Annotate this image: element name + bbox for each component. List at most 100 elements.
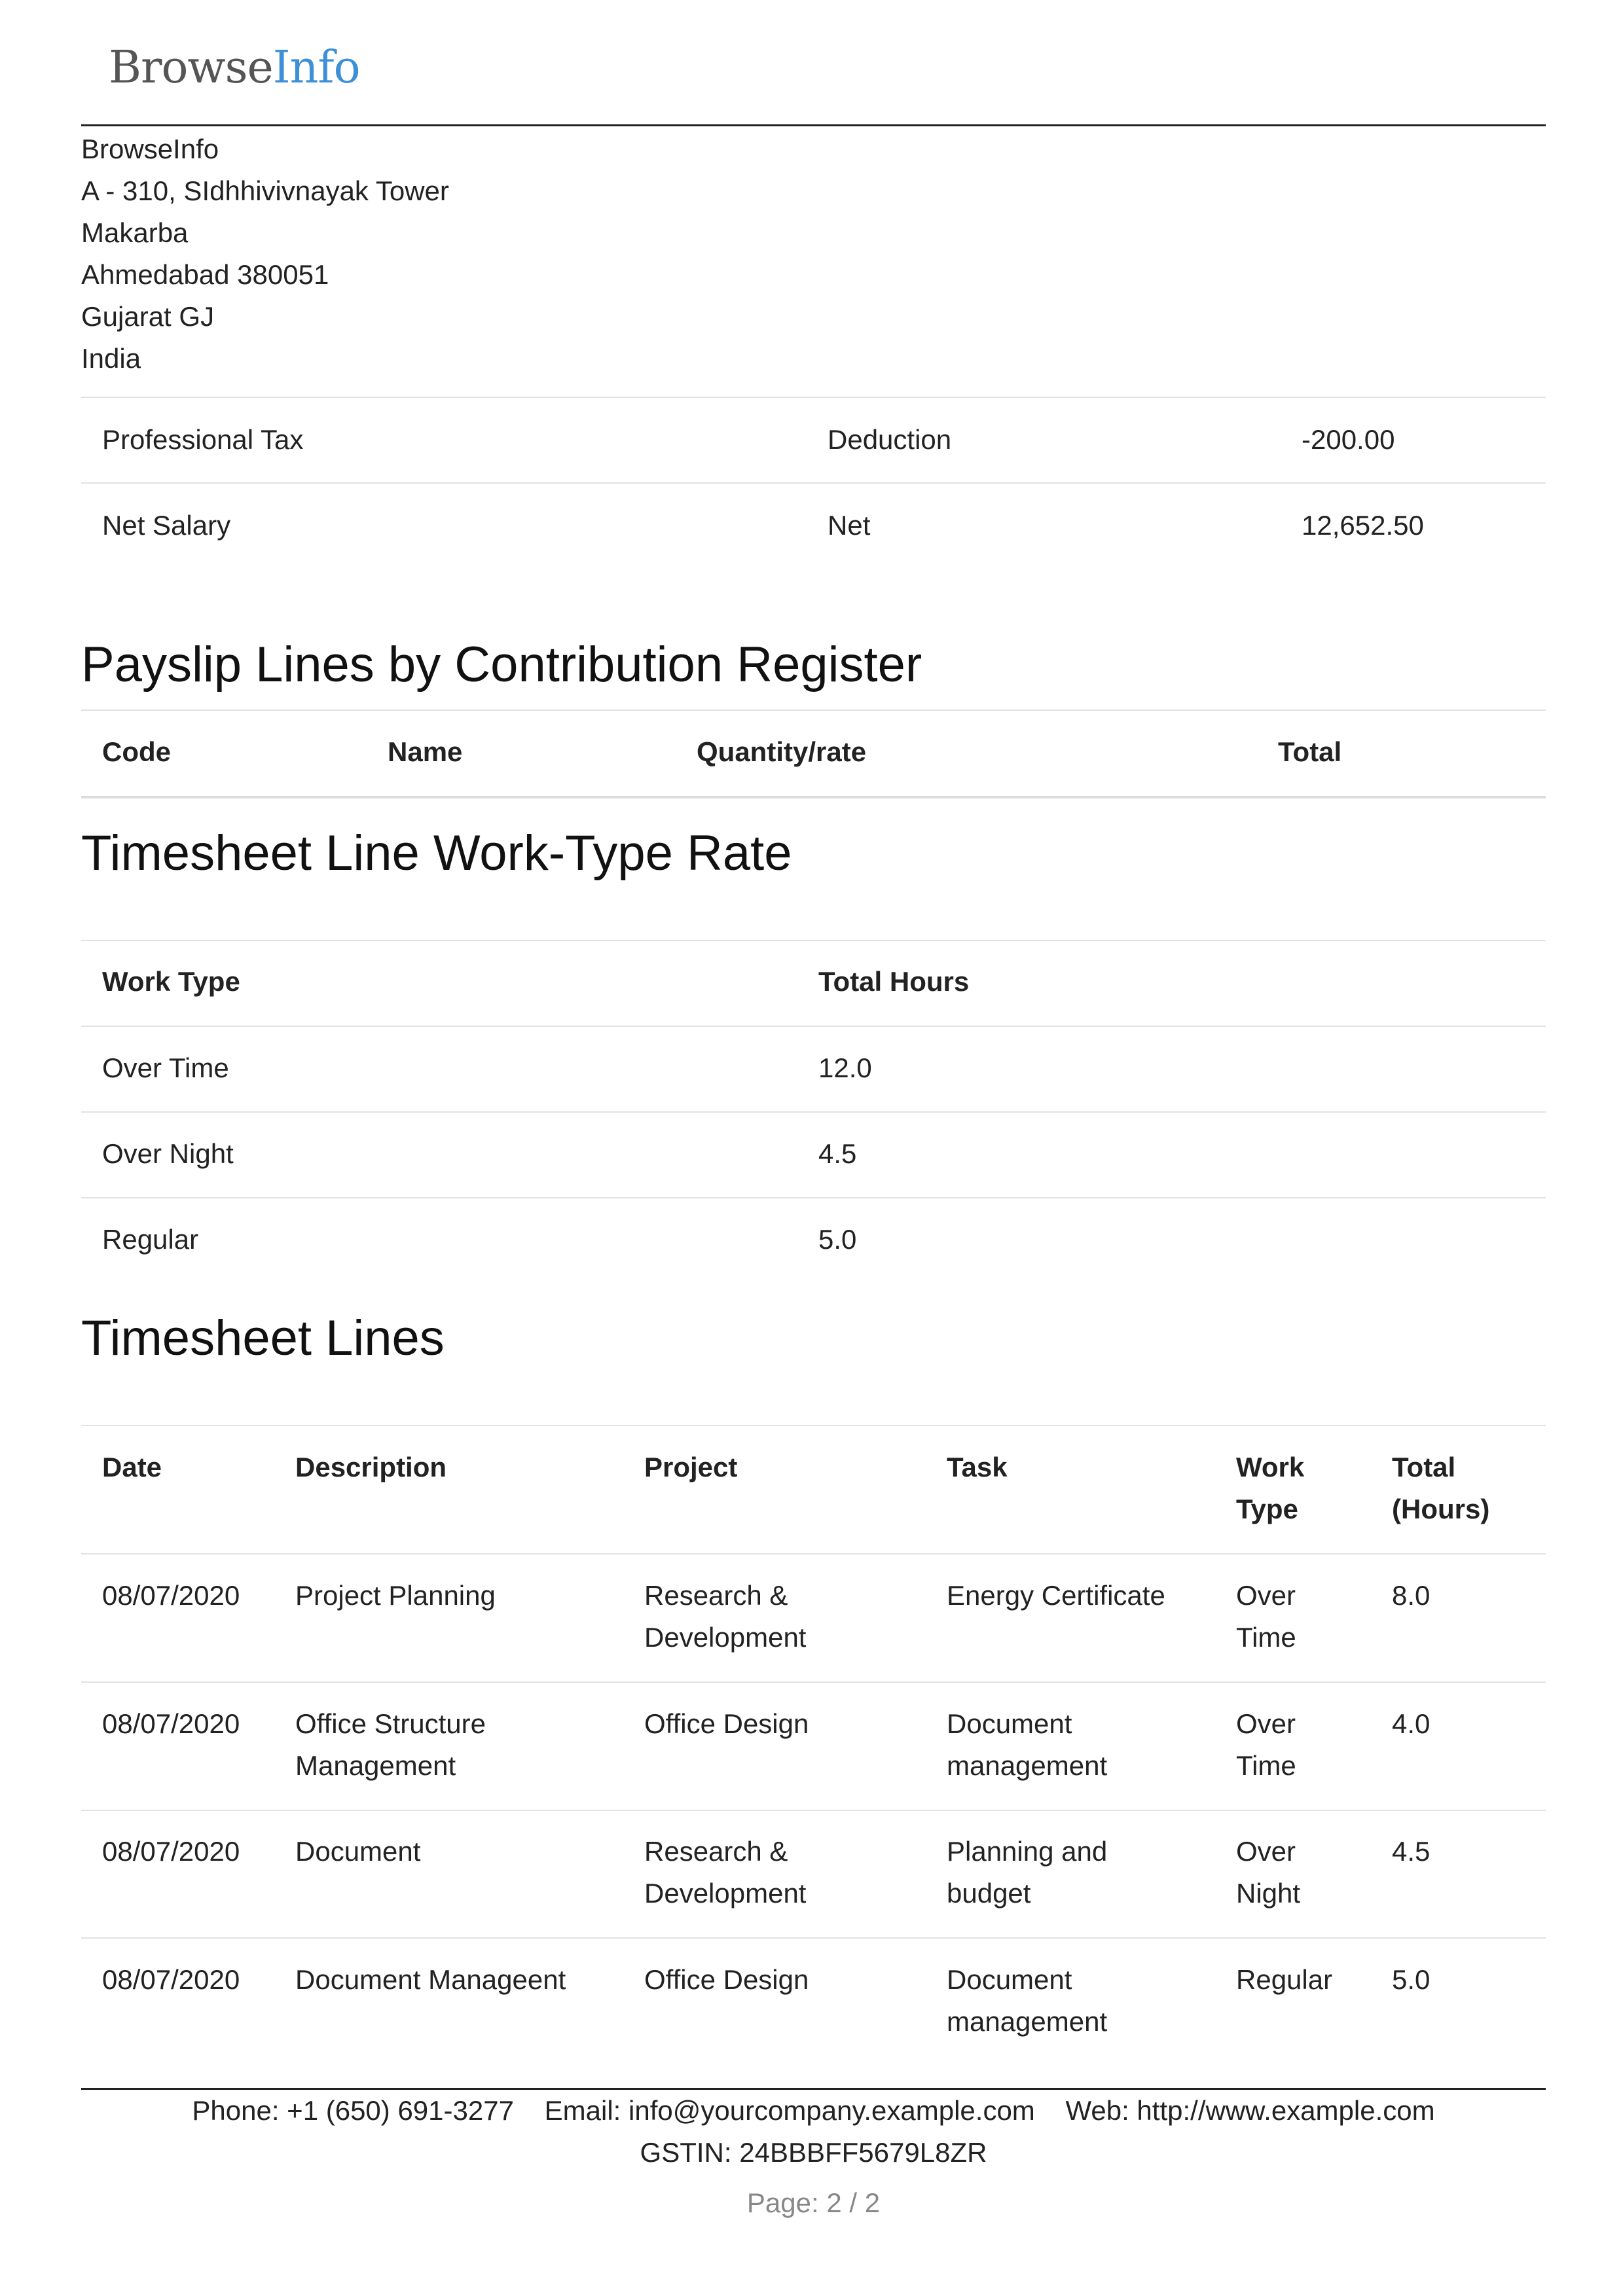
cell-line: Time (1236, 1622, 1296, 1653)
cell-line: Document (947, 1708, 1072, 1739)
worktype-row-hours: 5.0 (818, 1224, 857, 1255)
column-header-description: Description (295, 1452, 447, 1482)
timesheet-cell-work-type: Over Time (1236, 1703, 1296, 1787)
company-logo: BrowseInfo (109, 46, 361, 90)
column-header-quantity-rate: Quantity/rate (697, 736, 867, 767)
cell-line: Research & (644, 1580, 788, 1611)
cell-line: Night (1236, 1878, 1301, 1909)
worktype-row-type: Regular (102, 1224, 199, 1255)
table-divider (81, 940, 1546, 941)
section-title-worktype: Timesheet Line Work-Type Rate (81, 825, 792, 881)
timesheet-cell-description: Document Manageent (295, 1959, 566, 2001)
column-header-code: Code (102, 736, 171, 767)
column-header-task: Task (947, 1452, 1008, 1482)
timesheet-cell-total: 5.0 (1392, 1964, 1431, 1995)
footer-web: Web: http://www.example.com (1065, 2095, 1435, 2126)
header-line: Type (1236, 1494, 1298, 1524)
section-title-contribution: Payslip Lines by Contribution Register (81, 637, 922, 692)
column-header-total: Total (1278, 736, 1342, 767)
worktype-row-hours: 4.5 (818, 1138, 857, 1169)
timesheet-cell-total: 8.0 (1392, 1580, 1431, 1611)
cell-line: Office Structure (295, 1708, 486, 1739)
table-divider (81, 1553, 1546, 1554)
address-line: Makarba (81, 217, 189, 248)
table-divider (81, 482, 1546, 484)
timesheet-cell-task: Energy Certificate (947, 1575, 1165, 1617)
cell-line: Energy Certificate (947, 1580, 1165, 1611)
salary-row-amount: 12,652.50 (1302, 510, 1424, 541)
address-line: BrowseInfo (81, 134, 219, 164)
header-line: (Hours) (1392, 1494, 1490, 1524)
column-header-total-hours: Total (Hours) (1392, 1446, 1489, 1530)
timesheet-cell-project: Office Design (644, 1703, 809, 1745)
cell-line: management (947, 1750, 1108, 1781)
column-header-project: Project (644, 1452, 738, 1482)
timesheet-cell-task: Document management (947, 1703, 1107, 1787)
page-number: Page: 2 / 2 (746, 2187, 881, 2218)
timesheet-cell-work-type: Regular (1236, 1959, 1332, 2001)
worktype-row-hours: 12.0 (818, 1052, 872, 1083)
table-divider (81, 1681, 1546, 1683)
address-line: India (81, 343, 141, 374)
cell-line: Research & (644, 1836, 788, 1867)
salary-row-amount: -200.00 (1302, 424, 1395, 455)
table-divider (81, 1937, 1546, 1939)
footer-email: Email: info@yourcompany.example.com (544, 2095, 1035, 2126)
footer-phone: Phone: +1 (650) 691-3277 (192, 2095, 514, 2126)
logo-text-info: Info (272, 42, 361, 94)
table-divider (81, 1425, 1546, 1426)
salary-row-category: Deduction (828, 424, 952, 455)
footer-gstin: GSTIN: 24BBBFF5679L8ZR (640, 2137, 987, 2168)
table-divider (81, 1111, 1546, 1113)
footer-contact-line: Phone: +1 (650) 691-3277 Email: info@you… (81, 2090, 1546, 2132)
logo-text-browse: Browse (109, 42, 274, 94)
header-line: Total (1392, 1452, 1456, 1482)
worktype-row-type: Over Night (102, 1138, 234, 1169)
timesheet-cell-description: Project Planning (295, 1575, 496, 1617)
salary-row-name: Professional Tax (102, 424, 304, 455)
timesheet-cell-description: Office Structure Management (295, 1703, 486, 1787)
address-line: A - 310, SIdhhivivnayak Tower (81, 175, 449, 206)
timesheet-cell-total: 4.0 (1392, 1708, 1431, 1739)
table-divider (81, 1026, 1546, 1027)
timesheet-cell-project: Office Design (644, 1959, 809, 2001)
cell-line: Document (295, 1836, 421, 1867)
table-divider (81, 709, 1546, 711)
table-divider (81, 1197, 1546, 1198)
salary-row-name: Net Salary (102, 510, 231, 541)
cell-line: Over (1236, 1836, 1296, 1867)
section-title-timesheet: Timesheet Lines (81, 1310, 445, 1366)
timesheet-cell-project: Research & Development (644, 1831, 806, 1914)
cell-line: budget (947, 1878, 1031, 1909)
column-header-work-type: Work Type (102, 966, 240, 997)
table-divider (81, 1810, 1546, 1811)
table-divider (81, 796, 1546, 798)
cell-line: Development (644, 1622, 807, 1653)
timesheet-cell-project: Research & Development (644, 1575, 806, 1659)
timesheet-cell-work-type: Over Night (1236, 1831, 1300, 1914)
company-address: BrowseInfo A - 310, SIdhhivivnayak Tower… (81, 128, 449, 380)
cell-line: Over (1236, 1708, 1296, 1739)
salary-row-category: Net (828, 510, 871, 541)
worktype-row-type: Over Time (102, 1052, 229, 1083)
timesheet-cell-description: Document (295, 1831, 420, 1873)
column-header-work-type: Work Type (1236, 1446, 1304, 1530)
cell-line: Project Planning (295, 1580, 496, 1611)
table-divider (81, 397, 1546, 398)
cell-line: Management (295, 1750, 456, 1781)
address-line: Ahmedabad 380051 (81, 259, 329, 290)
header-divider (81, 124, 1546, 126)
timesheet-cell-date: 08/07/2020 (102, 1708, 240, 1739)
column-header-name: Name (388, 736, 463, 767)
cell-line: Over (1236, 1580, 1296, 1611)
timesheet-cell-date: 08/07/2020 (102, 1580, 240, 1611)
cell-line: Office Design (644, 1708, 809, 1739)
cell-line: Time (1236, 1750, 1296, 1781)
cell-line: Office Design (644, 1964, 809, 1995)
address-line: Gujarat GJ (81, 301, 215, 332)
cell-line: Development (644, 1878, 807, 1909)
column-header-date: Date (102, 1452, 162, 1482)
cell-line: management (947, 2006, 1108, 2037)
timesheet-cell-task: Document management (947, 1959, 1107, 2043)
timesheet-cell-total: 4.5 (1392, 1836, 1431, 1867)
